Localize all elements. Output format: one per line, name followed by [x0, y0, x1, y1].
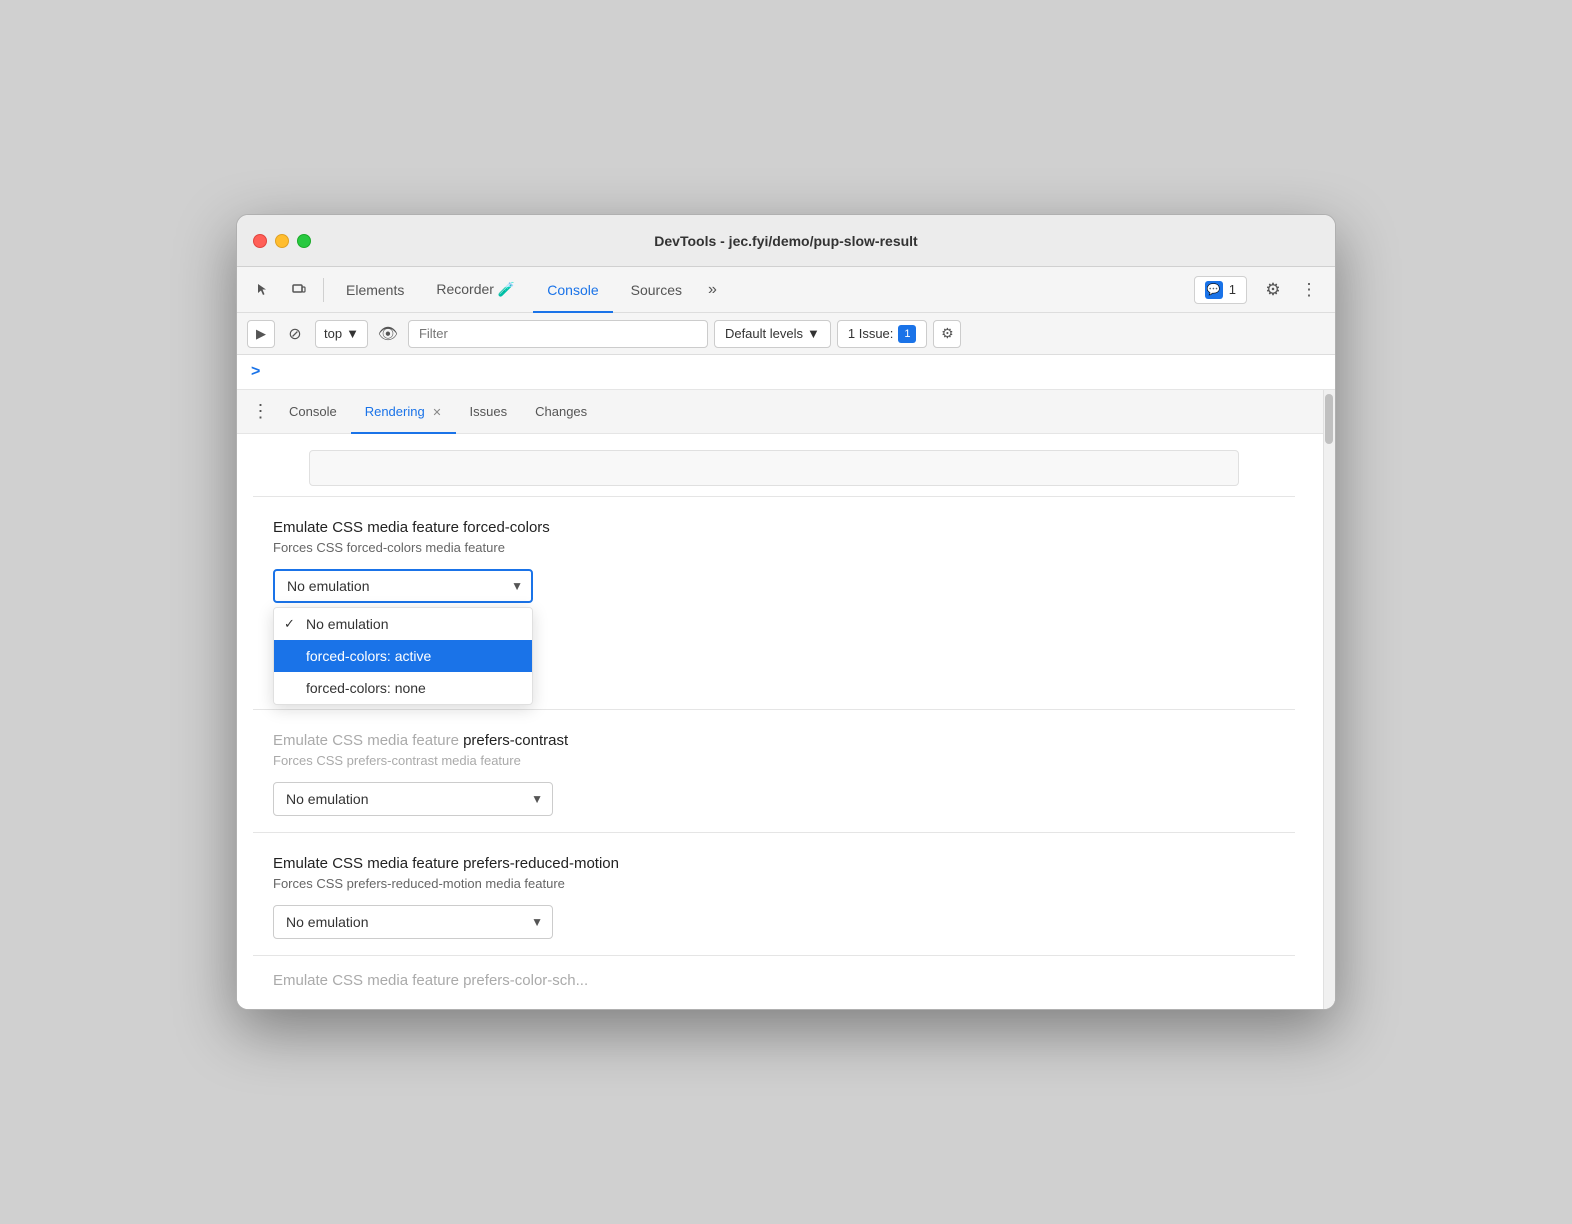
prefers-reduced-motion-select[interactable]: No emulation [273, 905, 553, 939]
eye-icon: 👁 [378, 324, 398, 344]
execute-button[interactable]: ▶ [247, 320, 275, 348]
top-placeholder-section [237, 434, 1311, 496]
issues-counter-button[interactable]: 1 Issue: 1 [837, 320, 928, 348]
device-toggle-button[interactable] [283, 274, 315, 306]
context-selector[interactable]: top ▼ [315, 320, 368, 348]
bottom-truncated-section: Emulate CSS media feature prefers-color-… [237, 956, 1311, 989]
prefers-reduced-motion-title: Emulate CSS media feature prefers-reduce… [273, 855, 1275, 872]
forced-colors-select[interactable]: No emulation forced-colors: active force… [273, 569, 533, 603]
traffic-lights [253, 234, 311, 248]
tab-sources[interactable]: Sources [617, 267, 696, 313]
more-options-button[interactable]: ⋮ [1293, 274, 1325, 306]
log-levels-button[interactable]: Default levels ▼ [714, 320, 831, 348]
issues-badge-icon: 1 [898, 325, 916, 343]
dropdown-option-no-emulation[interactable]: No emulation [274, 608, 532, 640]
gear-icon: ⚙ [941, 325, 954, 342]
forced-colors-title: Emulate CSS media feature forced-colors [273, 519, 1275, 536]
tab-console[interactable]: Console [533, 267, 612, 313]
message-badge-button[interactable]: 💬 1 [1194, 276, 1247, 304]
bottom-panel-tabs: ⋮ Console Rendering ✕ Issues Changes ✕ [237, 390, 1335, 434]
minimize-button[interactable] [275, 234, 289, 248]
forced-colors-dropdown-container: No emulation forced-colors: active force… [273, 569, 533, 603]
dropdown-arrow-icon: ▼ [346, 326, 359, 341]
prefers-contrast-section: Emulate CSS media feature prefers-contra… [237, 710, 1311, 832]
title-bar: DevTools - jec.fyi/demo/pup-slow-result [237, 215, 1335, 267]
tab-changes[interactable]: Changes [521, 390, 601, 434]
cursor-icon [255, 282, 271, 298]
rendering-panel-content: Emulate CSS media feature forced-colors … [237, 434, 1335, 1009]
levels-arrow-icon: ▼ [807, 326, 820, 341]
dropdown-option-forced-active[interactable]: forced-colors: active [274, 640, 532, 672]
toolbar-divider [323, 278, 324, 302]
main-scrollbar-thumb[interactable] [1325, 394, 1333, 444]
truncated-title: Emulate CSS media feature prefers-color-… [273, 972, 1275, 989]
settings-button[interactable]: ⚙ [1257, 274, 1289, 306]
console-prompt[interactable]: > [237, 355, 1335, 390]
device-icon [291, 282, 307, 298]
clear-console-button[interactable]: ⊘ [281, 320, 309, 348]
forced-colors-select-wrapper[interactable]: No emulation forced-colors: active force… [273, 569, 533, 603]
close-button[interactable] [253, 234, 267, 248]
prompt-chevron: > [251, 363, 260, 381]
prefers-contrast-desc: Forces CSS prefers-contrast media featur… [273, 753, 1275, 768]
ban-icon: ⊘ [288, 324, 301, 344]
prefers-reduced-motion-dropdown[interactable]: No emulation ▼ [273, 905, 553, 939]
filter-input[interactable] [408, 320, 708, 348]
live-expressions-button[interactable]: 👁 [374, 320, 402, 348]
bottom-panel: ⋮ Console Rendering ✕ Issues Changes ✕ [237, 390, 1335, 1009]
panel-options-button[interactable]: ⋮ [247, 398, 275, 426]
tab-issues[interactable]: Issues [456, 390, 522, 434]
rendering-tab-close[interactable]: ✕ [432, 407, 441, 419]
tab-recorder[interactable]: Recorder 🧪 [422, 267, 529, 313]
prefers-contrast-select[interactable]: No emulation [273, 782, 553, 816]
dropdown-option-forced-none[interactable]: forced-colors: none [274, 672, 532, 704]
forced-colors-section: Emulate CSS media feature forced-colors … [237, 497, 1311, 619]
prefers-contrast-dropdown[interactable]: No emulation ▼ [273, 782, 553, 816]
inspect-element-button[interactable] [247, 274, 279, 306]
window-title: DevTools - jec.fyi/demo/pup-slow-result [654, 233, 917, 249]
tab-elements[interactable]: Elements [332, 267, 418, 313]
main-toolbar: Elements Recorder 🧪 Console Sources » 💬 … [237, 267, 1335, 313]
maximize-button[interactable] [297, 234, 311, 248]
tab-console-bottom[interactable]: Console [275, 390, 351, 434]
more-tabs-button[interactable]: » [700, 267, 725, 313]
prefers-reduced-motion-desc: Forces CSS prefers-reduced-motion media … [273, 876, 1275, 891]
forced-colors-dropdown-popup: No emulation forced-colors: active force… [273, 607, 533, 705]
devtools-window: DevTools - jec.fyi/demo/pup-slow-result … [236, 214, 1336, 1010]
message-badge-icon: 💬 [1205, 281, 1223, 299]
main-scrollbar-track[interactable] [1323, 390, 1335, 1009]
prefers-reduced-motion-section: Emulate CSS media feature prefers-reduce… [237, 833, 1311, 955]
play-icon: ▶ [256, 326, 266, 342]
tab-rendering[interactable]: Rendering ✕ [351, 390, 456, 434]
console-settings-button[interactable]: ⚙ [933, 320, 961, 348]
console-toolbar: ▶ ⊘ top ▼ 👁 Default levels ▼ 1 Issue: 1 … [237, 313, 1335, 355]
forced-colors-desc: Forces CSS forced-colors media feature [273, 540, 1275, 555]
placeholder-control [309, 450, 1239, 486]
prefers-contrast-title: Emulate CSS media feature prefers-contra… [273, 732, 1275, 749]
